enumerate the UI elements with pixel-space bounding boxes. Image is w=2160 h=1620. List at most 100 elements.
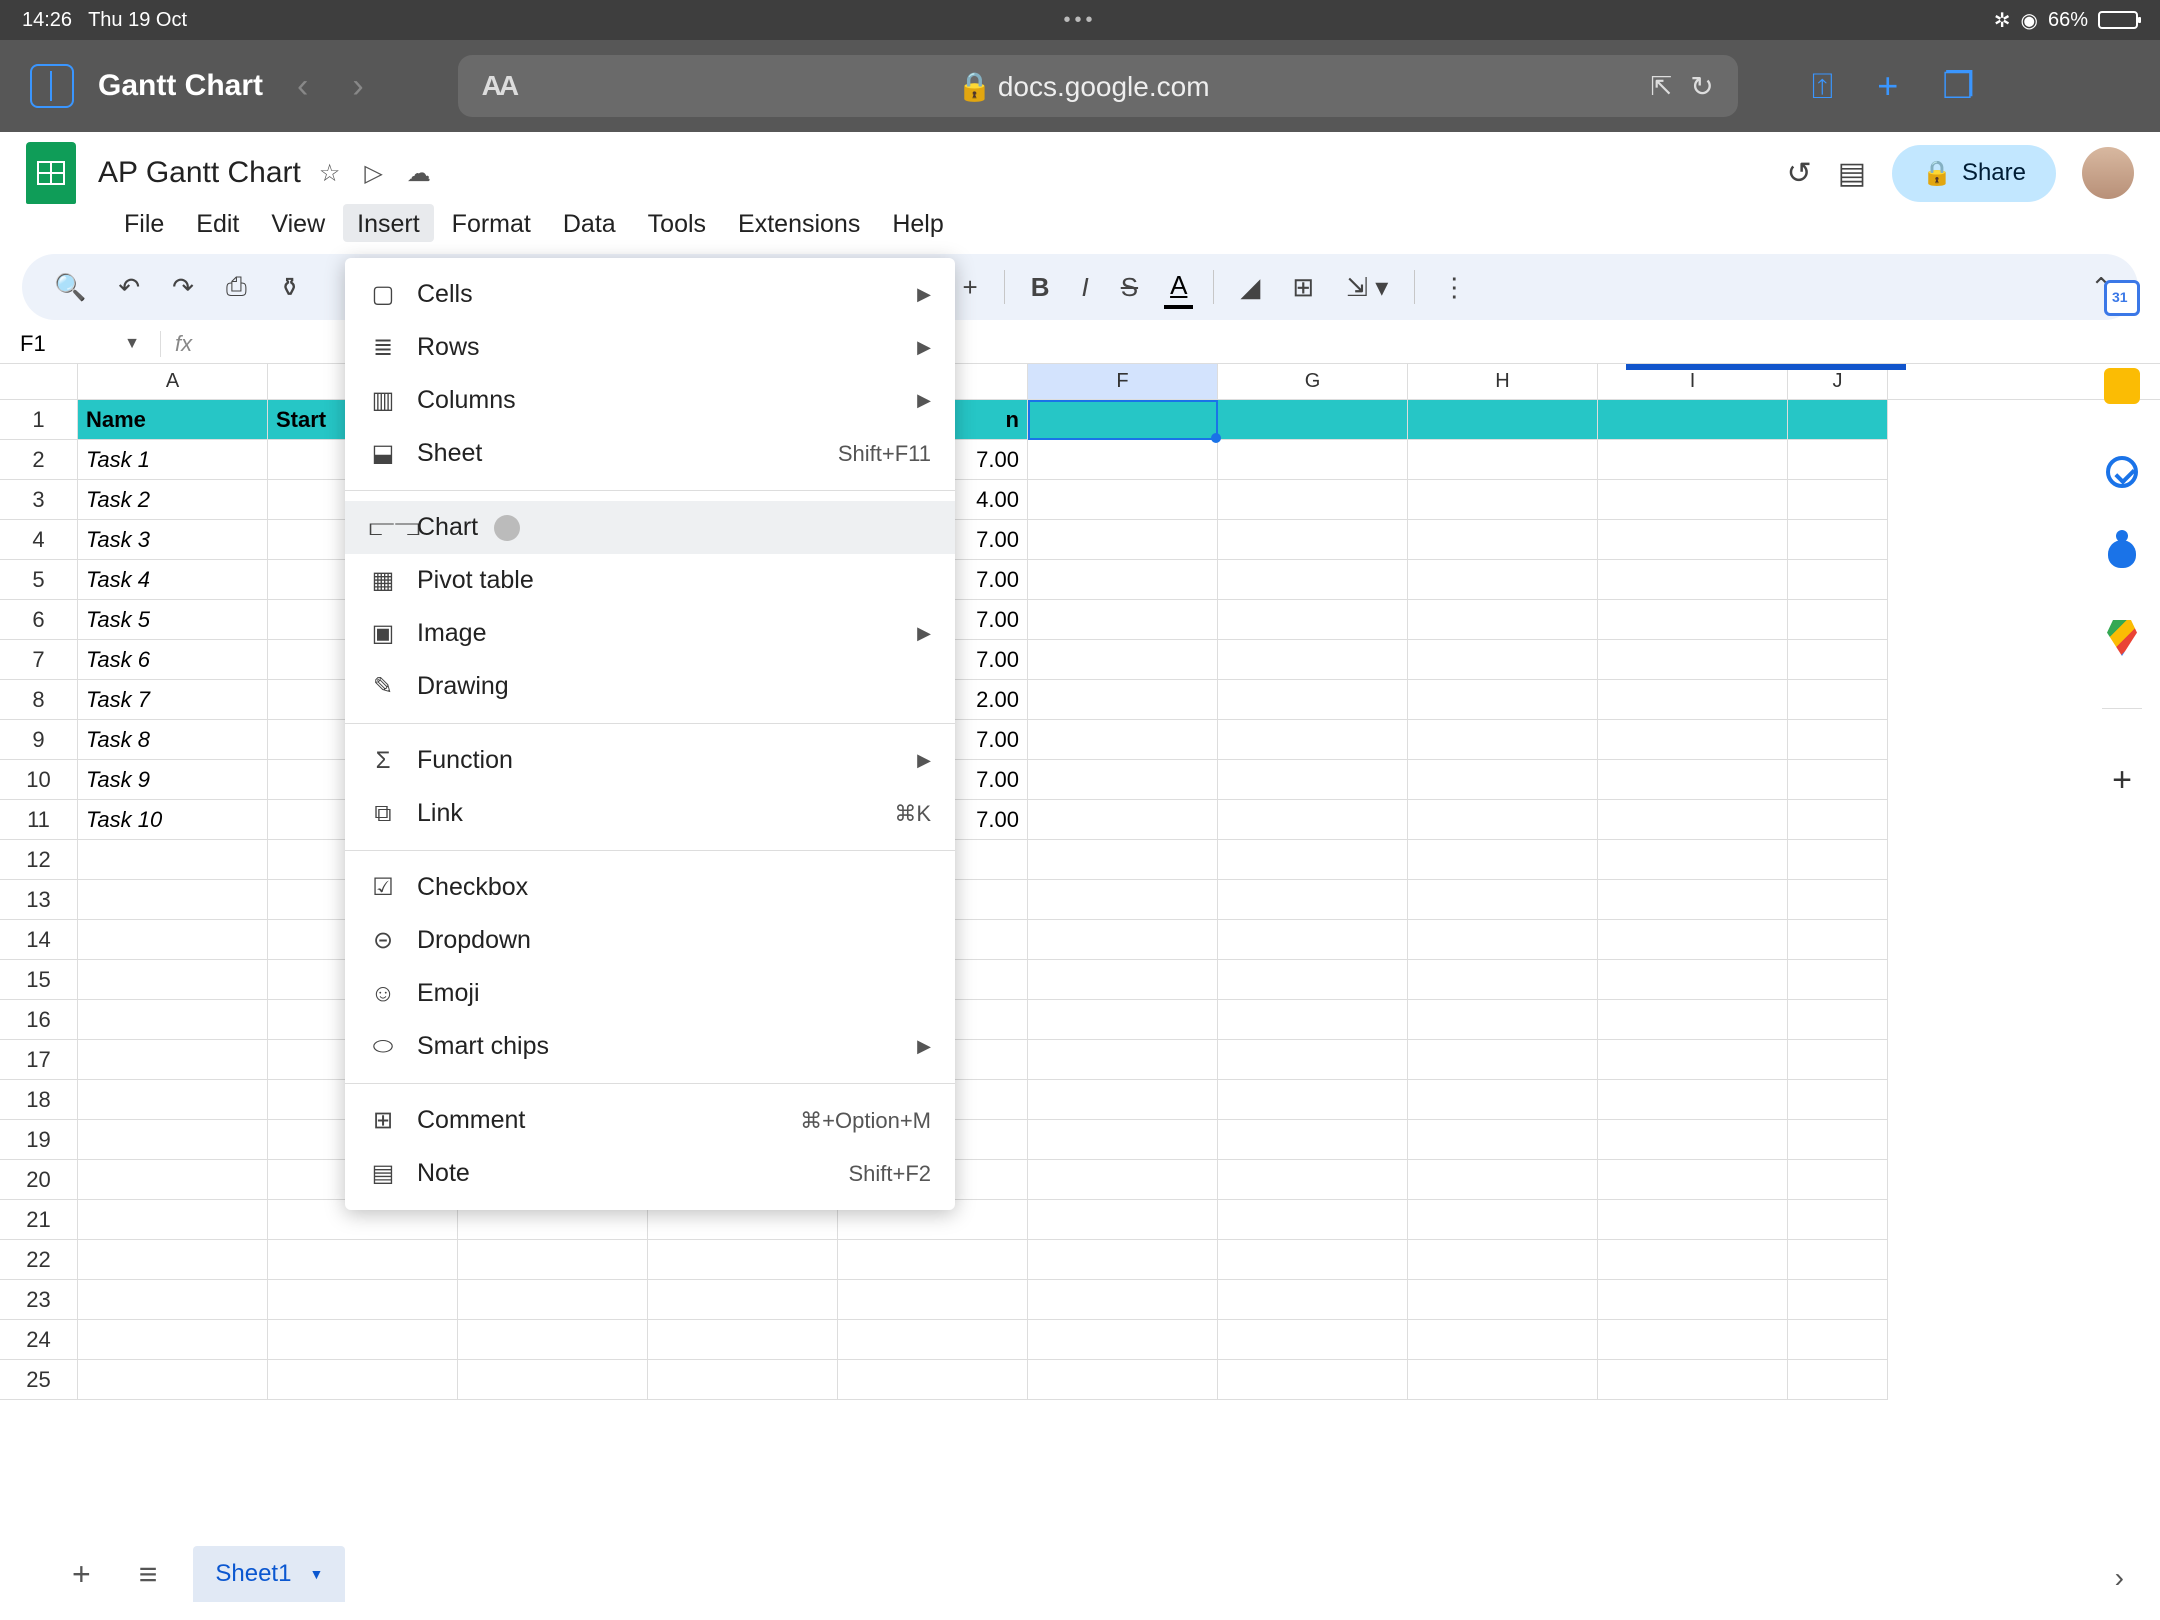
row-header[interactable]: 3: [0, 480, 78, 520]
cell[interactable]: [838, 1240, 1028, 1280]
cell[interactable]: [648, 1320, 838, 1360]
select-all-cell[interactable]: [0, 364, 78, 399]
cell[interactable]: [648, 1240, 838, 1280]
cell[interactable]: [1788, 1200, 1888, 1240]
cell[interactable]: [268, 1320, 458, 1360]
cell[interactable]: [1218, 1280, 1408, 1320]
row-header[interactable]: 13: [0, 880, 78, 920]
cell[interactable]: [1788, 520, 1888, 560]
redo-icon[interactable]: ↷: [166, 268, 200, 307]
cell[interactable]: [1788, 1120, 1888, 1160]
row-header[interactable]: 21: [0, 1200, 78, 1240]
cell[interactable]: [1788, 1280, 1888, 1320]
cell[interactable]: [78, 1280, 268, 1320]
cell[interactable]: [1218, 1240, 1408, 1280]
menu-data[interactable]: Data: [549, 204, 630, 242]
cell[interactable]: Task 6: [78, 640, 268, 680]
cell[interactable]: [1408, 920, 1598, 960]
cell[interactable]: [1028, 680, 1218, 720]
cell[interactable]: [1408, 680, 1598, 720]
all-sheets-button[interactable]: ≡: [127, 1550, 170, 1599]
cell[interactable]: [1788, 1040, 1888, 1080]
insert-menu-cells[interactable]: ▢Cells▶: [345, 268, 955, 321]
cell[interactable]: [1598, 720, 1788, 760]
cell[interactable]: [1598, 1120, 1788, 1160]
insert-menu-smart-chips[interactable]: ⬭Smart chips▶: [345, 1020, 955, 1073]
cell[interactable]: [1218, 880, 1408, 920]
cell[interactable]: [1218, 1360, 1408, 1400]
cell[interactable]: [1598, 1000, 1788, 1040]
row-header[interactable]: 16: [0, 1000, 78, 1040]
merge-icon[interactable]: ⇲ ▾: [1340, 268, 1394, 307]
paint-format-icon[interactable]: ⚱: [273, 268, 307, 307]
cell[interactable]: [1598, 1240, 1788, 1280]
sheets-logo-icon[interactable]: [26, 142, 76, 204]
cell[interactable]: Task 9: [78, 760, 268, 800]
cell[interactable]: [1218, 760, 1408, 800]
cell[interactable]: [1598, 1160, 1788, 1200]
cell[interactable]: [78, 1240, 268, 1280]
row-header[interactable]: 6: [0, 600, 78, 640]
cell[interactable]: [78, 1200, 268, 1240]
cell[interactable]: [1028, 920, 1218, 960]
row-header[interactable]: 25: [0, 1360, 78, 1400]
insert-menu-rows[interactable]: ≣Rows▶: [345, 321, 955, 374]
insert-menu-emoji[interactable]: ☺Emoji: [345, 967, 955, 1020]
cell[interactable]: [458, 1360, 648, 1400]
multitask-dots[interactable]: •••: [727, 9, 1432, 32]
cell[interactable]: [1028, 1280, 1218, 1320]
row-header[interactable]: 11: [0, 800, 78, 840]
cell[interactable]: [1218, 1160, 1408, 1200]
cell[interactable]: [1408, 760, 1598, 800]
safari-forward-button[interactable]: ›: [342, 67, 373, 106]
add-sheet-button[interactable]: +: [60, 1550, 103, 1599]
row-header[interactable]: 20: [0, 1160, 78, 1200]
insert-menu-link[interactable]: ⧉Link⌘K: [345, 787, 955, 840]
cell[interactable]: [1408, 840, 1598, 880]
cell[interactable]: [648, 1280, 838, 1320]
spreadsheet-grid[interactable]: ABCDEFGHIJ 1NameStartn2Task 17.003Task 2…: [0, 364, 2160, 1400]
cell[interactable]: Task 1: [78, 440, 268, 480]
cell[interactable]: [268, 1280, 458, 1320]
cell[interactable]: [1598, 400, 1788, 440]
menu-file[interactable]: File: [110, 204, 178, 242]
insert-menu-function[interactable]: ΣFunction▶: [345, 734, 955, 787]
account-avatar[interactable]: [2082, 147, 2134, 199]
cell[interactable]: [1408, 880, 1598, 920]
insert-menu-checkbox[interactable]: ☑Checkbox: [345, 861, 955, 914]
cell[interactable]: [1028, 1240, 1218, 1280]
cell[interactable]: Task 3: [78, 520, 268, 560]
cell[interactable]: [1598, 1360, 1788, 1400]
insert-menu-drawing[interactable]: ✎Drawing: [345, 660, 955, 713]
insert-menu-image[interactable]: ▣Image▶: [345, 607, 955, 660]
cell[interactable]: [1028, 1360, 1218, 1400]
cell[interactable]: [1028, 1320, 1218, 1360]
cell[interactable]: [1408, 1160, 1598, 1200]
undo-icon[interactable]: ↶: [112, 268, 146, 307]
cell[interactable]: [1218, 520, 1408, 560]
cell[interactable]: [78, 1320, 268, 1360]
cell[interactable]: [1218, 1320, 1408, 1360]
row-header[interactable]: 19: [0, 1120, 78, 1160]
move-icon[interactable]: ▷: [364, 159, 382, 188]
contacts-app-icon[interactable]: [2108, 540, 2136, 568]
cell[interactable]: [1598, 760, 1788, 800]
cell[interactable]: [1788, 1160, 1888, 1200]
cell[interactable]: [1028, 1120, 1218, 1160]
cell[interactable]: Task 2: [78, 480, 268, 520]
row-header[interactable]: 15: [0, 960, 78, 1000]
cell[interactable]: [1408, 960, 1598, 1000]
safari-address-bar[interactable]: AA 🔒docs.google.com ⇱ ↻: [458, 55, 1738, 117]
sheet-tab-active[interactable]: Sheet1 ▼: [193, 1546, 345, 1602]
cell[interactable]: [1218, 720, 1408, 760]
insert-menu-columns[interactable]: ▥Columns▶: [345, 374, 955, 427]
cell[interactable]: [1408, 440, 1598, 480]
cell[interactable]: [1788, 920, 1888, 960]
cell[interactable]: [1788, 1000, 1888, 1040]
cell[interactable]: [1788, 560, 1888, 600]
cell[interactable]: [1218, 480, 1408, 520]
cell[interactable]: [1788, 760, 1888, 800]
row-header[interactable]: 4: [0, 520, 78, 560]
fill-color-icon[interactable]: ◢: [1234, 268, 1266, 307]
cell[interactable]: [648, 1360, 838, 1400]
